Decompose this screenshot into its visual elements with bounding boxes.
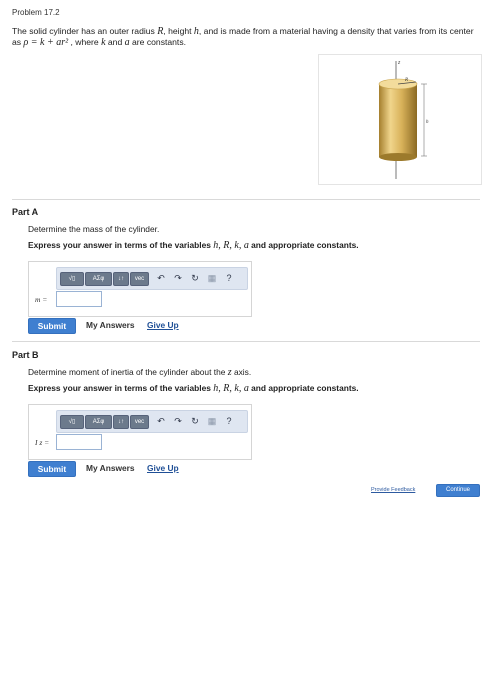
keyboard-icon[interactable]: ▦ xyxy=(206,272,218,284)
reset-icon[interactable]: ↻ xyxy=(189,415,201,427)
help-icon[interactable]: ? xyxy=(223,272,235,284)
cylinder-diagram: z R h xyxy=(378,60,429,179)
updown-button[interactable]: ↓↑ xyxy=(113,415,129,429)
part-a-answer-panel: √▯ ΑΣφ ↓↑ vec ↶ ↷ ↻ ▦ ? m = xyxy=(28,261,252,317)
symbols-button[interactable]: ΑΣφ xyxy=(85,415,112,429)
cylinder-body xyxy=(379,84,417,157)
part-a-submit-button[interactable]: Submit xyxy=(28,318,76,334)
templates-button[interactable]: √▯ xyxy=(60,272,84,286)
help-icon[interactable]: ? xyxy=(223,415,235,427)
part-a-title: Part A xyxy=(12,207,39,217)
part-b-prompt: Determine moment of inertia of the cylin… xyxy=(28,367,252,378)
part-b-answer-panel: √▯ ΑΣφ ↓↑ vec ↶ ↷ ↻ ▦ ? I z = xyxy=(28,404,252,460)
redo-icon[interactable]: ↷ xyxy=(172,272,184,284)
answer-label-m: m = xyxy=(35,295,48,304)
part-a-prompt: Determine the mass of the cylinder. xyxy=(28,224,160,234)
z-axis-label: z xyxy=(397,60,401,66)
redo-icon[interactable]: ↷ xyxy=(172,415,184,427)
answer-label-iz: I z = xyxy=(35,438,50,447)
part-a-instruction: Express your answer in terms of the vari… xyxy=(28,240,359,251)
radius-label: R xyxy=(404,78,408,83)
undo-icon[interactable]: ↶ xyxy=(155,415,167,427)
vec-button[interactable]: vec xyxy=(130,272,149,286)
problem-statement: The solid cylinder has an outer radius R… xyxy=(12,26,474,48)
math-toolbar: √▯ ΑΣφ ↓↑ vec ↶ ↷ ↻ ▦ ? xyxy=(56,267,248,290)
math-toolbar: √▯ ΑΣφ ↓↑ vec ↶ ↷ ↻ ▦ ? xyxy=(56,410,248,433)
height-label: h xyxy=(426,120,429,125)
part-b-submit-button[interactable]: Submit xyxy=(28,461,76,477)
part-a-give-up-link[interactable]: Give Up xyxy=(147,320,179,330)
provide-feedback-link[interactable]: Provide Feedback xyxy=(371,487,415,493)
symbols-button[interactable]: ΑΣφ xyxy=(85,272,112,286)
undo-icon[interactable]: ↶ xyxy=(155,272,167,284)
answer-input-mass[interactable] xyxy=(56,291,102,307)
cylinder-bottom xyxy=(379,153,417,161)
continue-button[interactable]: Continue xyxy=(436,484,480,497)
part-b-my-answers-link[interactable]: My Answers xyxy=(86,463,135,473)
part-b-instruction: Express your answer in terms of the vari… xyxy=(28,383,359,394)
answer-input-inertia[interactable] xyxy=(56,434,102,450)
part-b-title: Part B xyxy=(12,350,39,360)
cylinder-figure: z R h xyxy=(318,54,482,185)
templates-button[interactable]: √▯ xyxy=(60,415,84,429)
part-a-my-answers-link[interactable]: My Answers xyxy=(86,320,135,330)
density-formula: ρ = k + ar² xyxy=(23,37,69,48)
part-b-divider xyxy=(12,341,480,342)
updown-button[interactable]: ↓↑ xyxy=(113,272,129,286)
keyboard-icon[interactable]: ▦ xyxy=(206,415,218,427)
problem-title: Problem 17.2 xyxy=(12,8,60,17)
vec-button[interactable]: vec xyxy=(130,415,149,429)
reset-icon[interactable]: ↻ xyxy=(189,272,201,284)
part-a-divider xyxy=(12,199,480,200)
part-b-give-up-link[interactable]: Give Up xyxy=(147,463,179,473)
